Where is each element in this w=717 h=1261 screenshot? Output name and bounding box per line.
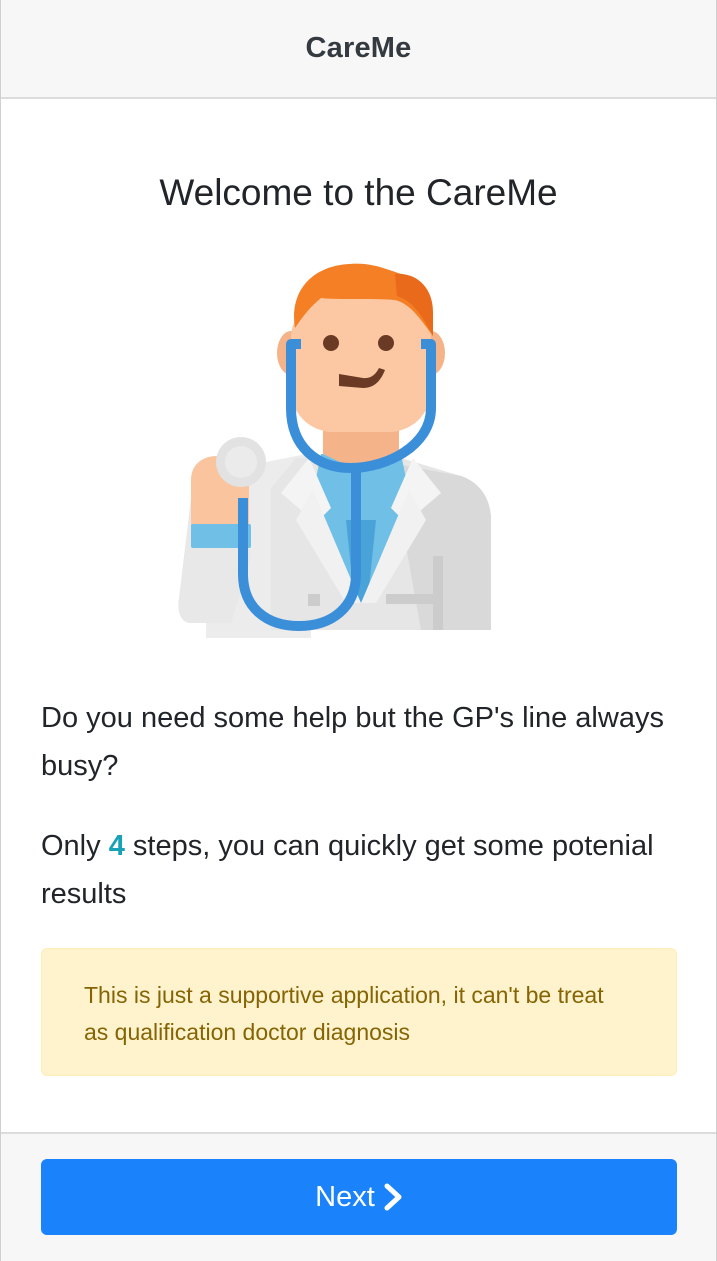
footer: Next <box>1 1132 716 1261</box>
doctor-with-stethoscope-icon <box>171 258 501 638</box>
next-button[interactable]: Next <box>41 1159 677 1235</box>
chevron-right-icon <box>384 1183 402 1211</box>
intro-steps: Only 4 steps, you can quickly get some p… <box>41 822 671 918</box>
app-window: CareMe Welcome to the CareMe Do you need… <box>0 0 717 1261</box>
app-title: CareMe <box>305 32 412 64</box>
steps-prefix: Only <box>41 830 109 862</box>
navbar: CareMe <box>1 0 716 99</box>
disclaimer-alert: This is just a supportive application, i… <box>41 948 677 1076</box>
intro-question: Do you need some help but the GP's line … <box>41 702 664 782</box>
steps-suffix: steps, you can quickly get some potenial… <box>41 830 654 910</box>
welcome-title: Welcome to the CareMe <box>159 172 558 213</box>
next-button-label: Next <box>315 1180 375 1213</box>
steps-count: 4 <box>108 830 125 862</box>
disclaimer-text: This is just a supportive application, i… <box>84 982 604 1045</box>
